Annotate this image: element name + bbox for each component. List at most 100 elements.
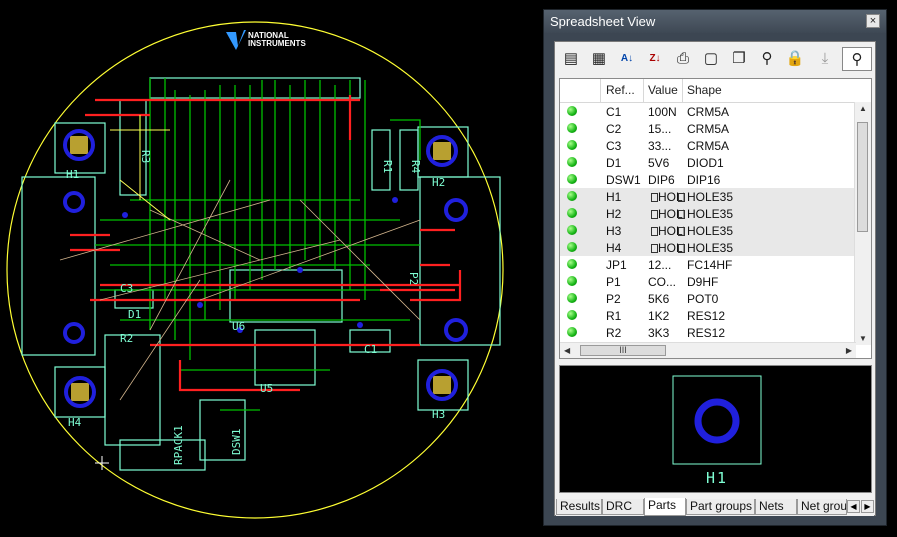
- table-row[interactable]: R1 1K2 RES12: [560, 307, 856, 324]
- cell-ref[interactable]: H1: [606, 190, 621, 204]
- board-label-h2: H2: [432, 176, 445, 189]
- table-row[interactable]: H1HOLEHOLE35: [560, 188, 856, 205]
- status-ok-icon: [567, 123, 577, 133]
- tab-nets[interactable]: Nets: [755, 499, 797, 515]
- cell-value[interactable]: 15...: [648, 122, 684, 136]
- sort-az-icon[interactable]: A↓: [614, 47, 640, 71]
- cell-shape[interactable]: HOLE35: [678, 241, 733, 255]
- close-button[interactable]: ×: [866, 14, 880, 28]
- cell-ref[interactable]: P2: [606, 292, 621, 306]
- parts-grid[interactable]: Ref... Value Shape C1 100N CRM5A C2 15... CRM…: [559, 78, 872, 359]
- cell-value[interactable]: 5K6: [648, 292, 684, 306]
- table-row[interactable]: C1 100N CRM5A: [560, 103, 856, 120]
- horizontal-scroll-thumb[interactable]: III: [580, 345, 666, 356]
- cell-value[interactable]: 5V6: [648, 156, 684, 170]
- cell-ref[interactable]: C2: [606, 122, 621, 136]
- table-row[interactable]: P2 5K6 POT0: [560, 290, 856, 307]
- pcb-drawing[interactable]: NATIONAL INSTRUMENTS H1H2H3H4R3R1 R4C3D1R…: [0, 0, 543, 537]
- lock-icon[interactable]: 🔒: [782, 47, 808, 71]
- table-row[interactable]: H4HOLEHOLE35: [560, 239, 856, 256]
- table-row[interactable]: P1 CO... D9HF: [560, 273, 856, 290]
- table-row[interactable]: JP1 12... FC14HF: [560, 256, 856, 273]
- cell-value[interactable]: 3K3: [648, 326, 684, 340]
- cell-shape[interactable]: CRM5A: [687, 139, 729, 153]
- cell-shape[interactable]: FC14HF: [687, 258, 732, 272]
- cell-value[interactable]: 1K2: [648, 309, 684, 323]
- cell-value[interactable]: 33...: [648, 139, 684, 153]
- hole-icon: [651, 244, 658, 253]
- cell-ref[interactable]: C3: [606, 139, 621, 153]
- pcb-canvas[interactable]: NATIONAL INSTRUMENTS H1 H2 H3 H4 R3 R1 R4 C3 D1 R…: [0, 0, 543, 537]
- tab-scroll-left-icon[interactable]: ◀: [847, 500, 860, 513]
- cell-shape[interactable]: HOLE35: [678, 190, 733, 204]
- page-icon[interactable]: ▤: [558, 47, 584, 71]
- cell-shape[interactable]: DIOD1: [687, 156, 724, 170]
- cell-shape[interactable]: RES12: [687, 309, 725, 323]
- cell-ref[interactable]: R2: [606, 326, 621, 340]
- table-row[interactable]: H3HOLEHOLE35: [560, 222, 856, 239]
- col-header-ref[interactable]: Ref...: [606, 83, 635, 97]
- scroll-right-icon[interactable]: ▶: [846, 346, 852, 355]
- cell-ref[interactable]: H2: [606, 207, 621, 221]
- horizontal-scrollbar[interactable]: ◀ III ▶: [560, 342, 856, 358]
- import-icon[interactable]: ⤓: [812, 47, 838, 71]
- cell-value[interactable]: CO...: [648, 275, 684, 289]
- cell-shape[interactable]: RES12: [687, 326, 725, 340]
- hole-icon: [678, 193, 685, 202]
- table-row[interactable]: C3 33... CRM5A: [560, 137, 856, 154]
- zoom-icon[interactable]: ⚲: [842, 47, 872, 71]
- tab-part-groups[interactable]: Part groups: [686, 499, 755, 515]
- vertical-scrollbar[interactable]: ▲ ▼: [854, 102, 871, 345]
- cell-value[interactable]: 100N: [648, 105, 684, 119]
- copy-icon[interactable]: ❐: [726, 47, 752, 71]
- cell-ref[interactable]: H4: [606, 241, 621, 255]
- cell-shape[interactable]: POT0: [687, 292, 718, 306]
- tab-scroll-right-icon[interactable]: ▶: [861, 500, 874, 513]
- scroll-down-icon[interactable]: ▼: [859, 334, 867, 343]
- cell-shape[interactable]: HOLE35: [678, 207, 733, 221]
- board-label-h3: H3: [432, 408, 445, 421]
- sort-za-icon[interactable]: Z↓: [642, 47, 668, 71]
- tab-drc[interactable]: DRC: [602, 499, 644, 515]
- print-icon[interactable]: ⎙: [670, 47, 696, 71]
- table-row[interactable]: DSW1 DIP6 DIP16: [560, 171, 856, 188]
- status-ok-icon: [567, 174, 577, 184]
- tab-results[interactable]: Results: [556, 499, 602, 515]
- cell-value[interactable]: 12...: [648, 258, 684, 272]
- col-header-value[interactable]: Value: [648, 83, 678, 97]
- scroll-left-icon[interactable]: ◀: [564, 346, 570, 355]
- board-label-c3: C3: [120, 282, 133, 295]
- vertical-scroll-thumb[interactable]: [857, 122, 868, 232]
- col-header-shape[interactable]: Shape: [687, 83, 722, 97]
- board-label-h1: H1: [66, 168, 79, 181]
- spreadsheet-icon[interactable]: ▦: [586, 47, 612, 71]
- cell-ref[interactable]: DSW1: [606, 173, 641, 187]
- toolbar: ▤ ▦ A↓ Z↓ ⎙ ▢ ❐ ⚲ 🔒 ⤓ ⚲: [556, 43, 874, 76]
- board-label-u5: U5: [260, 382, 273, 395]
- select-icon[interactable]: ▢: [698, 47, 724, 71]
- cell-ref[interactable]: D1: [606, 156, 621, 170]
- status-ok-icon: [567, 140, 577, 150]
- cell-shape[interactable]: HOLE35: [678, 224, 733, 238]
- cell-shape[interactable]: DIP16: [687, 173, 720, 187]
- cell-shape[interactable]: CRM5A: [687, 105, 729, 119]
- tab-parts[interactable]: Parts: [644, 498, 686, 516]
- board-label-h4: H4: [68, 416, 82, 429]
- cell-shape[interactable]: CRM5A: [687, 122, 729, 136]
- cell-ref[interactable]: C1: [606, 105, 621, 119]
- tab-net-grou[interactable]: Net grou: [797, 499, 847, 515]
- cell-ref[interactable]: JP1: [606, 258, 627, 272]
- cell-value[interactable]: DIP6: [648, 173, 684, 187]
- panel-titlebar[interactable]: Spreadsheet View ×: [544, 10, 886, 33]
- scroll-up-icon[interactable]: ▲: [859, 104, 867, 113]
- table-row[interactable]: R2 3K3 RES12: [560, 324, 856, 341]
- cell-ref[interactable]: P1: [606, 275, 621, 289]
- table-row[interactable]: D1 5V6 DIOD1: [560, 154, 856, 171]
- panel-body: ▤ ▦ A↓ Z↓ ⎙ ▢ ❐ ⚲ 🔒 ⤓ ⚲ Ref... Value Sha…: [554, 41, 876, 516]
- table-row[interactable]: C2 15... CRM5A: [560, 120, 856, 137]
- cell-ref[interactable]: H3: [606, 224, 621, 238]
- table-row[interactable]: H2HOLEHOLE35: [560, 205, 856, 222]
- cell-shape[interactable]: D9HF: [687, 275, 718, 289]
- cell-ref[interactable]: R1: [606, 309, 621, 323]
- find-icon[interactable]: ⚲: [754, 47, 780, 71]
